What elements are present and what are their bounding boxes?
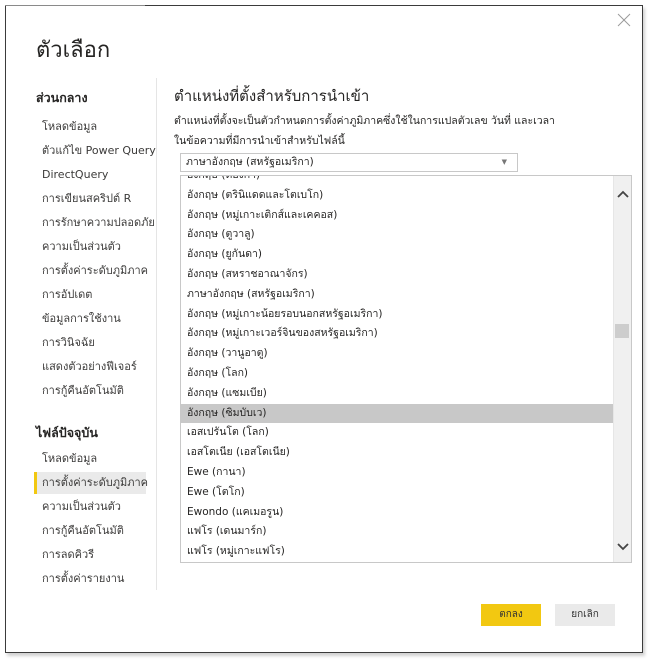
scroll-thumb[interactable] — [615, 324, 629, 338]
sidebar-divider — [156, 78, 157, 590]
section-title: ตำแหน่งที่ตั้งสำหรับการนำเข้า — [174, 87, 370, 105]
close-button[interactable] — [616, 12, 632, 28]
locale-option[interactable]: อังกฤษ (ยูกันดา) — [181, 245, 613, 265]
cancel-button[interactable]: ยกเลิก — [555, 604, 615, 626]
sidebar-item-current-file[interactable]: การตั้งค่ารายงาน — [34, 568, 146, 590]
ok-button[interactable]: ตกลง — [481, 604, 541, 626]
sidebar-item-global[interactable]: การกู้คืนอัตโนมัติ — [34, 380, 146, 402]
locale-option[interactable]: อังกฤษ (ตรินิแดดและโตเบโก) — [181, 186, 613, 206]
sidebar-item-global[interactable]: การอัปเดต — [34, 284, 146, 306]
sidebar-item-global[interactable]: ข้อมูลการใช้งาน — [34, 308, 146, 330]
locale-option[interactable]: อังกฤษ (วานูอาตู) — [181, 344, 613, 364]
sidebar-item-global[interactable]: แสดงตัวอย่างฟีเจอร์ — [34, 356, 146, 378]
locale-option[interactable]: อังกฤษ (หมู่เกาะเติกส์และเคคอส) — [181, 206, 613, 226]
locale-option[interactable]: เอสเปรันโต (โลก) — [181, 423, 613, 443]
chevron-down-icon: ▼ — [501, 158, 507, 166]
locale-option[interactable]: อังกฤษ (แซมเบีย) — [181, 384, 613, 404]
locale-option[interactable]: Ewondo (แคเมอรูน) — [181, 503, 613, 523]
section-heading-global: ส่วนกลาง — [36, 90, 88, 105]
sidebar-item-global[interactable]: ความเป็นส่วนตัว — [34, 236, 146, 258]
dialog-top-edge — [5, 5, 145, 6]
sidebar-item-global[interactable]: ตัวแก้ไข Power Query — [34, 140, 156, 162]
locale-option[interactable]: แฟโร (หมู่เกาะแฟโร) — [181, 542, 613, 562]
sidebar-item-current-file[interactable]: โหลดข้อมูล — [34, 448, 146, 470]
scrollbar[interactable] — [613, 176, 631, 562]
locale-options-list: อังกฤษ (ตองกา) อังกฤษ (ตรินิแดดและโตเบโก)… — [181, 176, 613, 562]
sidebar-item-global[interactable]: การเขียนสคริปต์ R — [34, 188, 146, 210]
locale-option[interactable]: อังกฤษ (ตองกา) — [181, 176, 613, 186]
scroll-up-button[interactable] — [614, 186, 631, 204]
sidebar-item-global[interactable]: โหลดข้อมูล — [34, 116, 146, 138]
chevron-down-icon — [616, 543, 629, 551]
description-line-2: ในข้อความที่มีการนำเข้าสำหรับไฟล์นี้ — [174, 135, 345, 147]
sidebar-item-global[interactable]: การตั้งค่าระดับภูมิภาค — [34, 260, 148, 282]
chevron-up-icon — [616, 190, 629, 198]
locale-option[interactable]: เอสโตเนีย (เอสโตเนีย) — [181, 443, 613, 463]
locale-option[interactable]: อังกฤษ (ซิมบับเว) — [181, 403, 613, 424]
description-line-1: ตำแหน่งที่ตั้งจะเป็นตัวกำหนดการตั้งค่าภู… — [174, 115, 555, 127]
sidebar-item-global[interactable]: การวินิจฉัย — [34, 332, 146, 354]
locale-option[interactable]: Ewe (โตโก) — [181, 483, 613, 503]
sidebar-item-current-file[interactable]: ความเป็นส่วนตัว — [34, 496, 146, 518]
section-heading-current-file: ไฟล์ปัจจุบัน — [36, 425, 98, 440]
sidebar-item-current-file[interactable]: การตั้งค่าระดับภูมิภาค — [34, 472, 148, 494]
locale-option[interactable]: อังกฤษ (หมู่เกาะน้อยรอบนอกสหรัฐอเมริกา) — [181, 305, 613, 325]
locale-option[interactable]: อังกฤษ (หมู่เกาะเวอร์จินของสหรัฐอเมริกา) — [181, 324, 613, 344]
scroll-down-button[interactable] — [614, 538, 631, 556]
locale-option[interactable]: แฟโร (เดนมาร์ก) — [181, 522, 613, 542]
locale-select[interactable]: ภาษาอังกฤษ (สหรัฐอเมริกา) ▼ — [180, 153, 518, 172]
sidebar-item-global[interactable]: การรักษาความปลอดภัย — [34, 212, 155, 234]
sidebar-item-current-file[interactable]: การกู้คืนอัตโนมัติ — [34, 520, 146, 542]
locale-option[interactable]: อังกฤษ (สหราชอาณาจักร) — [181, 265, 613, 285]
locale-option[interactable]: ภาษาอังกฤษ (สหรัฐอเมริกา) — [181, 285, 613, 305]
locale-select-value: ภาษาอังกฤษ (สหรัฐอเมริกา) — [186, 156, 314, 168]
locale-option[interactable]: Ewe (กานา) — [181, 463, 613, 483]
locale-option[interactable]: อังกฤษ (ตูวาลู) — [181, 225, 613, 245]
sidebar: ส่วนกลาง ไฟล์ปัจจุบัน โหลดข้อมูล ตัวแก้ไข… — [6, 78, 156, 590]
sidebar-item-global[interactable]: DirectQuery — [34, 164, 146, 186]
locale-option[interactable]: อังกฤษ (โลก) — [181, 364, 613, 384]
sidebar-item-current-file[interactable]: การลดคิวรี — [34, 544, 146, 566]
options-dialog: ตัวเลือก ส่วนกลาง ไฟล์ปัจจุบัน โหลดข้อมู… — [5, 5, 643, 653]
dialog-title: ตัวเลือก — [36, 38, 111, 63]
close-icon — [617, 13, 631, 27]
locale-listbox[interactable]: อังกฤษ (ตองกา) อังกฤษ (ตรินิแดดและโตเบโก)… — [180, 175, 632, 563]
